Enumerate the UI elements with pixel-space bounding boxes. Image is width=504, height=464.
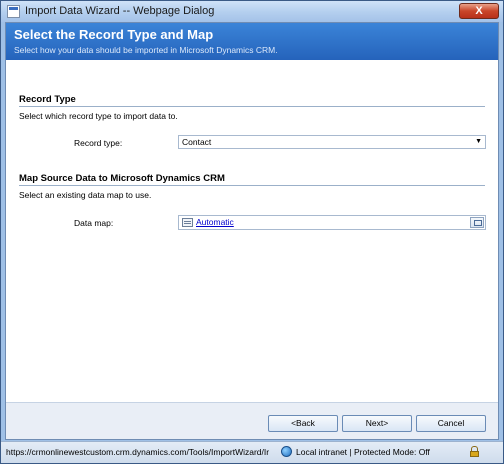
data-map-label: Data map: bbox=[74, 218, 114, 228]
cancel-button[interactable]: Cancel bbox=[416, 415, 486, 432]
close-button[interactable]: X bbox=[459, 3, 499, 19]
record-icon bbox=[182, 218, 193, 227]
page-subtitle: Select how your data should be imported … bbox=[14, 45, 278, 55]
window-icon bbox=[7, 5, 20, 18]
window-title: Import Data Wizard -- Webpage Dialog bbox=[25, 5, 215, 17]
dialog-window: Import Data Wizard -- Webpage Dialog X S… bbox=[0, 0, 504, 464]
next-button[interactable]: Next> bbox=[342, 415, 412, 432]
status-url: https://crmonlinewestcustom.crm.dynamics… bbox=[6, 447, 270, 457]
wizard-content: Record Type Select which record type to … bbox=[6, 60, 498, 402]
record-type-section-title: Record Type bbox=[19, 94, 76, 105]
status-bar: https://crmonlinewestcustom.crm.dynamics… bbox=[1, 441, 503, 463]
data-map-description: Select an existing data map to use. bbox=[19, 190, 152, 200]
page-title: Select the Record Type and Map bbox=[14, 27, 214, 42]
data-map-value-link[interactable]: Automatic bbox=[196, 217, 234, 227]
chevron-down-icon[interactable]: ▼ bbox=[475, 138, 482, 145]
globe-icon bbox=[281, 446, 292, 457]
record-type-select[interactable]: Contact ▼ bbox=[178, 135, 486, 149]
section-divider bbox=[19, 106, 485, 107]
security-zone: Local intranet | Protected Mode: Off bbox=[296, 447, 430, 457]
title-bar: Import Data Wizard -- Webpage Dialog X bbox=[1, 1, 503, 22]
wizard-header: Select the Record Type and Map Select ho… bbox=[6, 23, 498, 60]
dialog-client-area: Select the Record Type and Map Select ho… bbox=[5, 22, 499, 440]
data-map-lookup-field[interactable]: Automatic bbox=[178, 215, 486, 230]
lock-icon[interactable] bbox=[470, 446, 479, 457]
data-map-section-title: Map Source Data to Microsoft Dynamics CR… bbox=[19, 173, 225, 184]
back-button[interactable]: <Back bbox=[268, 415, 338, 432]
section-divider bbox=[19, 185, 485, 186]
record-type-selected-value: Contact bbox=[182, 137, 212, 147]
record-type-label: Record type: bbox=[74, 138, 123, 148]
record-type-description: Select which record type to import data … bbox=[19, 111, 178, 121]
wizard-footer: <Back Next> Cancel bbox=[6, 402, 498, 439]
lookup-icon[interactable] bbox=[470, 217, 484, 228]
